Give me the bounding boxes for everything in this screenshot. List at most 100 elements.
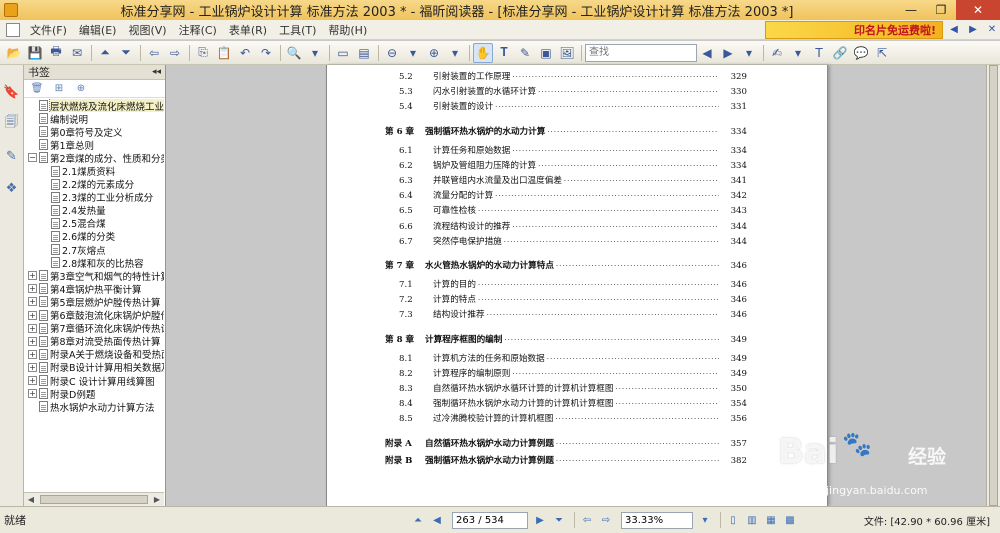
bookmark-scrollbar[interactable]: ◀ ▶	[24, 492, 164, 506]
toc-entry[interactable]: 6.4 流量分配的计算 342	[399, 189, 747, 201]
toc-entry[interactable]: 8.5 过冷沸腾校验计算的计算机框图 356	[399, 412, 747, 424]
expand-icon[interactable]: +	[28, 336, 37, 346]
collapse-icon[interactable]: −	[28, 153, 37, 163]
single-page-icon[interactable]: ▭	[333, 43, 353, 63]
toc-entry[interactable]: 8.3 自然循环热水锅炉水循环计算的计算机计算框图 350	[399, 382, 747, 394]
bookmark-item[interactable]: + 第3章空气和烟气的特性计算	[24, 269, 164, 282]
open-icon[interactable]: 📂	[4, 43, 24, 63]
prev-icon[interactable]: ◀	[429, 512, 445, 528]
bookmark-item[interactable]: 2.5混合煤	[24, 217, 164, 230]
nav-forward-icon[interactable]: ⇨	[598, 512, 614, 528]
maximize-button[interactable]: ❐	[926, 0, 956, 20]
toc-entry[interactable]: 8.4 强制循环热水锅炉水动力计算的计算机计算框图 354	[399, 397, 747, 409]
expand-icon[interactable]: +	[28, 310, 37, 320]
close-button[interactable]: ✕	[956, 0, 1000, 20]
bookmark-item[interactable]: 第0章符号及定义	[24, 125, 164, 138]
zoom-dropdown-icon[interactable]: ▾	[697, 512, 713, 528]
toc-appendix[interactable]: 附录 A 自然循环热水锅炉水动力计算例题 357	[385, 437, 747, 449]
save-icon[interactable]: 💾	[25, 43, 45, 63]
zoom-in-dropdown-icon[interactable]: ▾	[445, 43, 465, 63]
bookmark-item[interactable]: + 第5章层燃炉炉膛传热计算	[24, 295, 164, 309]
toc-chapter[interactable]: 第 8 章计算程序框图的编制 349	[385, 333, 747, 345]
image-icon[interactable]: 🖼	[557, 43, 577, 63]
zoom-in-icon[interactable]: ⊕	[424, 43, 444, 63]
view-cover-icon[interactable]: ▩	[782, 512, 798, 528]
copy-icon[interactable]: ⎘	[193, 43, 213, 63]
dropdown-icon[interactable]: ▾	[305, 43, 325, 63]
bookmark-item[interactable]: 2.8煤和灰的比热容	[24, 256, 164, 269]
paste-icon[interactable]: 📋	[214, 43, 234, 63]
next-page-icon[interactable]: ⏷	[551, 512, 567, 528]
expand-icon[interactable]: +	[28, 271, 37, 281]
expand-icon[interactable]: +	[28, 376, 37, 386]
search-prev-icon[interactable]: ◀	[697, 43, 717, 63]
redo-icon[interactable]: ↷	[256, 43, 276, 63]
expand-icon[interactable]: +	[28, 362, 37, 372]
prev-page-icon[interactable]: ⏶	[410, 512, 426, 528]
scroll-right-icon[interactable]: ▶	[150, 495, 164, 504]
bookmark-item[interactable]: 2.6煤的分类	[24, 230, 164, 243]
menu-file[interactable]: 文件(F)	[24, 22, 73, 38]
comment-icon[interactable]: 💬	[851, 43, 871, 63]
toc-entry[interactable]: 7.1 计算的目的 346	[399, 278, 747, 290]
toc-entry[interactable]: 6.3 并联管组内水流量及出口温度偏差 341	[399, 174, 747, 186]
link-icon[interactable]: 🔗	[830, 43, 850, 63]
menu-edit[interactable]: 编辑(E)	[73, 22, 123, 38]
forward-icon[interactable]: ⇨	[165, 43, 185, 63]
document-page[interactable]: 5.2 引射装置的工作原理 329 5.3 闪水引射装置的水循环计算 330 5.4 引射装置…	[326, 65, 828, 506]
email-icon[interactable]: ✉	[67, 43, 87, 63]
minimize-button[interactable]: —	[896, 0, 926, 20]
toc-entry[interactable]: 7.3 结构设计推荐 346	[399, 308, 747, 320]
toc-entry[interactable]: 8.2 计算程序的编制原则 349	[399, 367, 747, 379]
toc-entry[interactable]: 5.3 闪水引射装置的水循环计算 330	[399, 85, 747, 97]
delete-bookmark-icon[interactable]: 🗑	[30, 82, 44, 96]
bookmark-item[interactable]: + 第4章锅炉热平衡计算	[24, 282, 164, 295]
bookmark-item[interactable]: + 附录A关于燃烧设备和受热面	[24, 348, 164, 361]
select-text-icon[interactable]: 𝐓	[494, 43, 514, 63]
undo-icon[interactable]: ↶	[235, 43, 255, 63]
bookmark-item[interactable]: − 第2章煤的成分、性质和分类	[24, 151, 164, 164]
menu-tools[interactable]: 工具(T)	[273, 22, 322, 38]
toc-entry[interactable]: 6.6 流程结构设计的推荐 344	[399, 220, 747, 232]
ad-prev-icon[interactable]: ◀	[946, 22, 962, 38]
annotate-icon[interactable]: ✎	[515, 43, 535, 63]
ad-next-icon[interactable]: ▶	[965, 22, 981, 38]
vertical-scrollbar[interactable]	[986, 65, 1000, 506]
continuous-page-icon[interactable]: ▤	[354, 43, 374, 63]
highlight-dropdown-icon[interactable]: ▾	[788, 43, 808, 63]
menu-form[interactable]: 表单(R)	[223, 22, 273, 38]
expand-icon[interactable]: +	[28, 284, 37, 294]
zoom-out-dropdown-icon[interactable]: ▾	[403, 43, 423, 63]
annotations-panel-icon[interactable]: ✎	[4, 147, 20, 165]
view-single-icon[interactable]: ▯	[725, 512, 741, 528]
back-icon[interactable]: ⇦	[144, 43, 164, 63]
bookmarks-panel-icon[interactable]: 🔖	[3, 83, 19, 101]
expand-icon[interactable]: +	[28, 323, 37, 333]
collapse-toolbar-icon[interactable]: ⇱	[872, 43, 892, 63]
toc-entry[interactable]: 8.1 计算机方法的任务和原始数据 349	[399, 352, 747, 364]
scroll-thumb-vertical[interactable]	[989, 65, 998, 506]
bookmark-item[interactable]: 编制说明	[24, 112, 164, 125]
bookmark-item[interactable]: 2.4发热量	[24, 204, 164, 217]
new-bookmark-icon[interactable]: ⊕	[74, 82, 88, 96]
page-number-input[interactable]	[452, 511, 528, 529]
bookmark-item[interactable]: 2.7灰熔点	[24, 243, 164, 256]
expand-bookmark-icon[interactable]: ⊞	[52, 82, 66, 96]
toc-entry[interactable]: 5.2 引射装置的工作原理 329	[399, 70, 747, 82]
toc-entry[interactable]: 5.4 引射装置的设计 331	[399, 100, 747, 112]
ad-close-icon[interactable]: ✕	[984, 22, 1000, 38]
toc-entry[interactable]: 7.2 计算的特点 346	[399, 293, 747, 305]
bookmark-item[interactable]: 第1章总则	[24, 138, 164, 151]
layers-panel-icon[interactable]: ❖	[4, 179, 20, 197]
expand-icon[interactable]: +	[28, 349, 37, 359]
last-page-icon[interactable]: ⏷	[116, 43, 136, 63]
toc-chapter[interactable]: 第 7 章水火管热水锅炉的水动力计算特点 346	[385, 259, 747, 271]
text-box-icon[interactable]: T	[809, 43, 829, 63]
expand-icon[interactable]: +	[28, 389, 37, 399]
menu-comment[interactable]: 注释(C)	[173, 22, 223, 38]
first-page-icon[interactable]: ⏶	[95, 43, 115, 63]
search-options-icon[interactable]: ▾	[739, 43, 759, 63]
scroll-thumb[interactable]	[40, 495, 148, 504]
toc-chapter[interactable]: 第 6 章强制循环热水锅炉的水动力计算 334	[385, 125, 747, 137]
zoom-icon[interactable]: 🔍	[284, 43, 304, 63]
